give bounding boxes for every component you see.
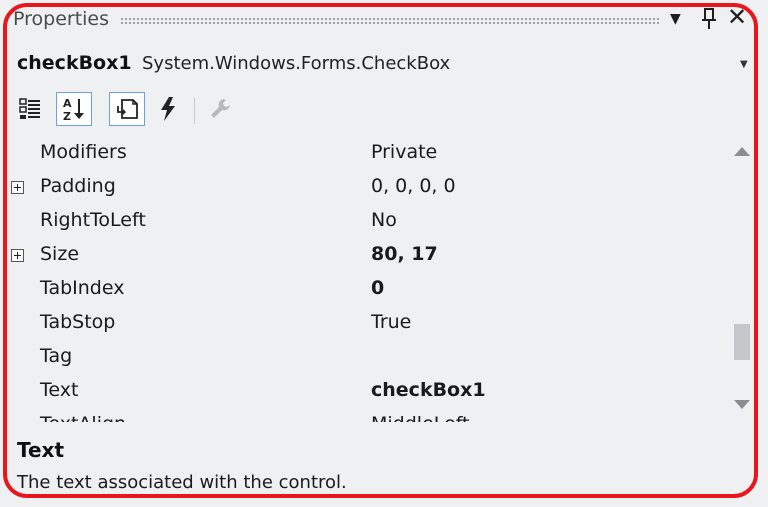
window-position-dropdown-icon[interactable]: ▼ [670, 6, 681, 32]
object-type: System.Windows.Forms.CheckBox [142, 53, 451, 74]
property-row-text[interactable]: Text checkBox1 [0, 374, 725, 408]
property-value[interactable]: checkBox1 [371, 379, 486, 401]
scroll-up-icon[interactable] [733, 144, 751, 158]
property-row-tabstop[interactable]: TabStop True [0, 306, 725, 340]
description-text: The text associated with the control. [17, 472, 347, 493]
property-name: TabStop [40, 311, 116, 333]
property-row-modifiers[interactable]: Modifiers Private [0, 136, 725, 170]
property-name: TextAlign [40, 413, 126, 422]
property-name: Text [40, 379, 79, 401]
description-pane: Text The text associated with the contro… [0, 430, 768, 507]
title-bar[interactable]: Properties ▼ ✕ [0, 0, 768, 42]
properties-window: Properties ▼ ✕ checkBox1 System.Windows.… [0, 0, 768, 507]
property-pages-button[interactable] [202, 92, 238, 126]
properties-button[interactable] [109, 92, 145, 126]
property-grid: Modifiers Private Padding 0, 0, 0, 0 Rig… [0, 136, 725, 422]
description-title: Text [17, 438, 65, 462]
alphabetical-button[interactable]: A Z [56, 92, 92, 126]
categorized-button[interactable] [13, 92, 49, 126]
title-bar-grip[interactable] [120, 17, 660, 25]
property-value[interactable]: 0 [371, 277, 384, 299]
alphabetical-icon: A Z [63, 97, 84, 122]
property-row-size[interactable]: Size 80, 17 [0, 238, 725, 272]
chevron-down-icon[interactable]: ▼ [740, 59, 748, 70]
property-row-tag[interactable]: Tag [0, 340, 725, 374]
svg-text:Z: Z [63, 110, 71, 122]
property-value[interactable]: 0, 0, 0, 0 [371, 175, 456, 197]
property-value[interactable]: True [371, 311, 411, 333]
expand-icon[interactable] [11, 181, 24, 194]
expand-icon[interactable] [11, 249, 24, 262]
property-value[interactable]: No [371, 209, 397, 231]
scrollbar-thumb[interactable] [734, 324, 750, 360]
scroll-down-icon[interactable] [733, 398, 751, 412]
property-value[interactable]: 80, 17 [371, 243, 438, 265]
property-row-tabindex[interactable]: TabIndex 0 [0, 272, 725, 306]
categorized-icon [19, 98, 40, 119]
property-row-textalign[interactable]: TextAlign MiddleLeft [0, 408, 725, 422]
property-name: TabIndex [40, 277, 125, 299]
property-name: Size [40, 243, 80, 265]
wrench-icon [211, 99, 230, 118]
svg-text:A: A [63, 97, 72, 110]
property-row-righttoleft[interactable]: RightToLeft No [0, 204, 725, 238]
events-button[interactable] [150, 92, 186, 126]
events-icon [161, 97, 175, 121]
property-value[interactable]: MiddleLeft [371, 413, 470, 422]
toolbar-separator [194, 98, 195, 124]
window-title: Properties [13, 8, 110, 30]
property-row-padding[interactable]: Padding 0, 0, 0, 0 [0, 170, 725, 204]
property-name: Padding [40, 175, 116, 197]
property-value[interactable]: Private [371, 141, 437, 163]
object-name: checkBox1 [17, 52, 132, 74]
properties-toolbar: A Z [0, 88, 768, 132]
property-name: Tag [40, 345, 73, 367]
object-selector[interactable]: checkBox1 System.Windows.Forms.CheckBox … [0, 44, 768, 84]
close-icon[interactable]: ✕ [727, 4, 747, 30]
properties-icon [117, 99, 138, 119]
pin-icon[interactable] [699, 6, 719, 32]
property-name: Modifiers [40, 141, 127, 163]
grid-scrollbar[interactable] [727, 136, 757, 422]
property-name: RightToLeft [40, 209, 146, 231]
